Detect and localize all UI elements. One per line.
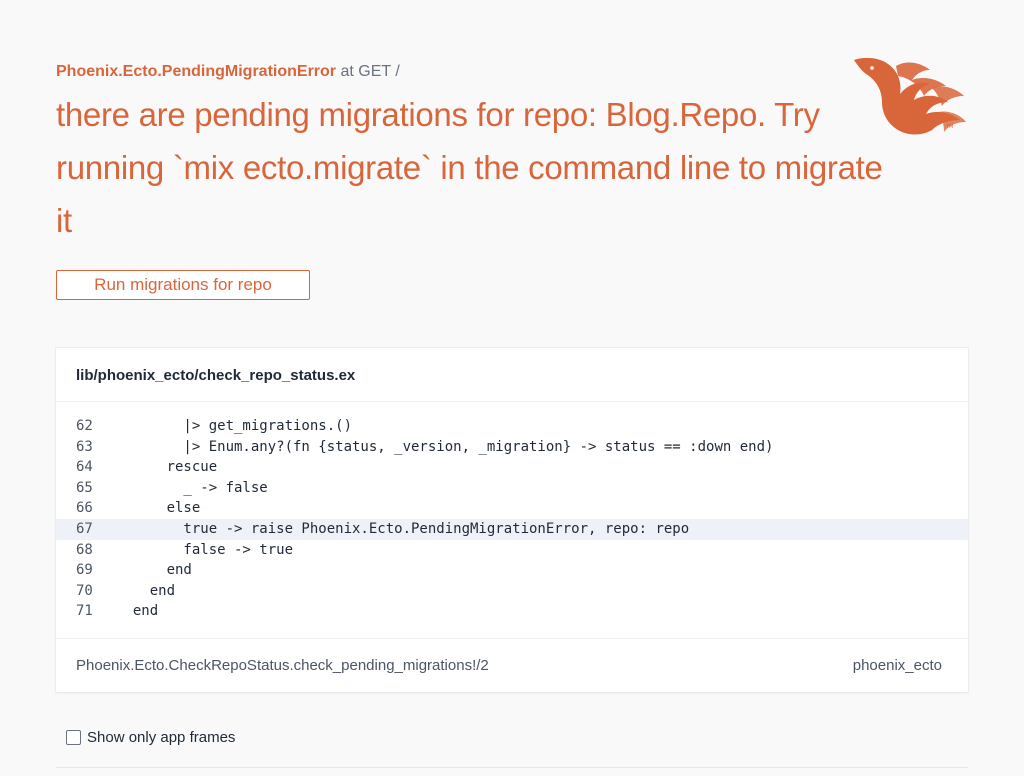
- show-app-frames-toggle[interactable]: Show only app frames: [66, 729, 235, 746]
- stack-frame-footer: Phoenix.Ecto.CheckRepoStatus.check_pendi…: [56, 638, 968, 692]
- line-number: 67: [76, 520, 93, 537]
- request-info: at GET /: [336, 63, 400, 80]
- error-message: there are pending migrations for repo: B…: [56, 96, 883, 239]
- error-header: Phoenix.Ecto.PendingMigrationError at GE…: [56, 60, 956, 247]
- phoenix-logo-icon: TM: [854, 57, 966, 135]
- line-number: 63: [76, 438, 93, 455]
- code-line: 67 true -> raise Phoenix.Ecto.PendingMig…: [56, 518, 968, 540]
- line-number: 66: [76, 500, 93, 517]
- line-number: 64: [76, 459, 93, 476]
- line-number: 70: [76, 582, 93, 599]
- line-code: |> Enum.any?(fn {status, _version, _migr…: [116, 438, 774, 455]
- code-lines: 62 |> get_migrations.() 63 |> Enum.any?(f…: [56, 402, 968, 622]
- line-code: end: [116, 582, 176, 599]
- line-number: 65: [76, 479, 93, 496]
- code-line: 65 _ -> false: [56, 478, 968, 499]
- run-migrations-button[interactable]: Run migrations for repo: [56, 270, 310, 300]
- app-frames-label: Show only app frames: [87, 729, 236, 746]
- line-number: 62: [76, 418, 93, 434]
- code-line: 68 false -> true: [56, 540, 968, 561]
- code-line: 62 |> get_migrations.(): [56, 416, 968, 437]
- line-code: rescue: [116, 459, 218, 476]
- line-code: else: [116, 500, 201, 517]
- code-line: 64 rescue: [56, 457, 968, 478]
- line-code: |> get_migrations.(): [116, 418, 353, 434]
- line-code: true -> raise Phoenix.Ecto.PendingMigrat…: [116, 520, 690, 537]
- line-code: end: [116, 603, 159, 620]
- code-line: 69 end: [56, 560, 968, 581]
- file-path[interactable]: lib/phoenix_ecto/check_repo_status.ex: [56, 348, 968, 402]
- divider: [56, 767, 968, 768]
- svg-text:TM: TM: [945, 124, 953, 130]
- error-summary: Phoenix.Ecto.PendingMigrationError at GE…: [56, 60, 956, 84]
- exception-name: Phoenix.Ecto.PendingMigrationError: [56, 63, 337, 80]
- code-line: 70 end: [56, 581, 968, 602]
- frame-app: phoenix_ecto: [852, 657, 942, 674]
- line-code: _ -> false: [116, 479, 268, 496]
- line-code: false -> true: [116, 541, 294, 558]
- code-line: 63 |> Enum.any?(fn {status, _version, _m…: [56, 437, 968, 458]
- app-frames-checkbox[interactable]: [66, 730, 81, 745]
- line-code: end: [116, 562, 192, 579]
- code-snippet-card: lib/phoenix_ecto/check_repo_status.ex 62…: [56, 348, 968, 692]
- line-number: 68: [76, 541, 93, 558]
- code-line: 66 else: [56, 498, 968, 519]
- line-number: 71: [76, 603, 93, 620]
- frame-function: Phoenix.Ecto.CheckRepoStatus.check_pendi…: [76, 657, 489, 674]
- code-line: 71 end: [56, 601, 968, 622]
- line-number: 69: [76, 562, 93, 579]
